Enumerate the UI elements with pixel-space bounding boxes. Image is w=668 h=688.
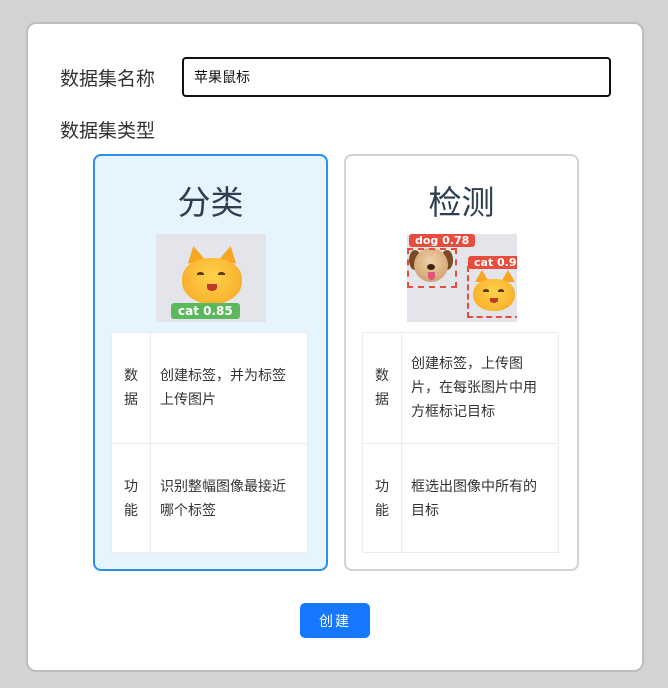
detection-example-image: dog 0.78 cat 0.9 [407, 234, 517, 322]
info-value: 识别整幅图像最接近哪个标签 [160, 478, 286, 519]
create-dataset-dialog: 数据集名称 数据集类型 分类 cat 0.85 数据 创建标签，并为标签上传图片… [26, 22, 644, 672]
info-row-function: 功能 框选出图像中所有的目标 [363, 443, 558, 553]
classification-info-table: 数据 创建标签，并为标签上传图片 功能 识别整幅图像最接近哪个标签 [111, 332, 308, 553]
cat-bounding-box [467, 266, 517, 318]
dog-label-badge: dog 0.78 [409, 234, 476, 247]
type-card-detection[interactable]: 检测 dog 0.78 cat 0.9 数据 创建标签，上传图片，在每张图片中用… [344, 154, 579, 571]
prediction-badge: cat 0.85 [171, 303, 240, 319]
classification-example-image: cat 0.85 [156, 234, 266, 322]
type-card-classification[interactable]: 分类 cat 0.85 数据 创建标签，并为标签上传图片 功能 识别整幅图像最接… [93, 154, 328, 571]
info-row-function: 功能 识别整幅图像最接近哪个标签 [112, 443, 307, 553]
info-key: 功能 [112, 444, 151, 553]
info-key: 数据 [363, 333, 402, 443]
info-key: 数据 [112, 333, 151, 443]
info-value: 创建标签，上传图片，在每张图片中用方框标记目标 [411, 356, 537, 420]
info-value: 创建标签，并为标签上传图片 [160, 368, 286, 408]
cat-label-badge: cat 0.9 [468, 256, 517, 269]
dataset-type-label: 数据集类型 [60, 120, 156, 142]
create-button[interactable]: 创建 [300, 603, 370, 638]
card-title: 检测 [428, 183, 495, 222]
dataset-name-input[interactable] [182, 57, 611, 97]
info-row-data: 数据 创建标签，上传图片，在每张图片中用方框标记目标 [363, 333, 558, 443]
info-value: 框选出图像中所有的目标 [411, 478, 537, 519]
cat-icon [180, 244, 244, 304]
detection-info-table: 数据 创建标签，上传图片，在每张图片中用方框标记目标 功能 框选出图像中所有的目… [362, 332, 559, 553]
card-title: 分类 [177, 183, 244, 222]
info-row-data: 数据 创建标签，并为标签上传图片 [112, 333, 307, 443]
dataset-name-label: 数据集名称 [60, 68, 156, 90]
dog-bounding-box [407, 248, 457, 288]
info-key: 功能 [363, 444, 402, 553]
